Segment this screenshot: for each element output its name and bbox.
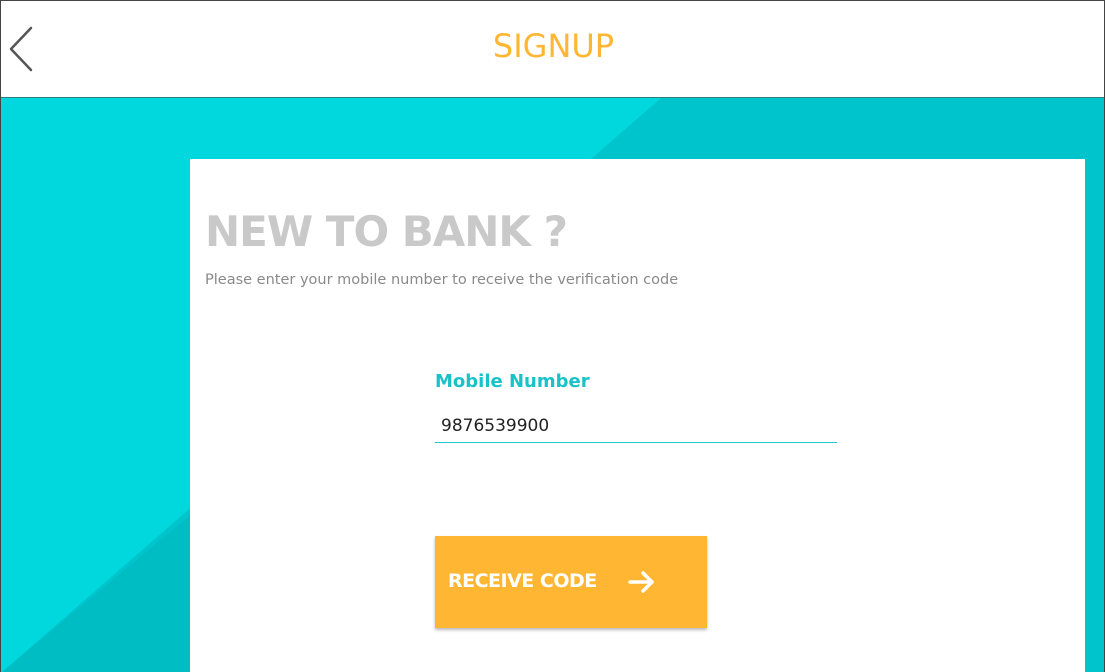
receive-code-label: RECEIVE CODE [448, 570, 597, 592]
receive-code-button[interactable]: RECEIVE CODE [435, 536, 707, 628]
mobile-number-input[interactable] [435, 409, 837, 443]
top-bar: SIGNUP [1, 1, 1104, 98]
arrow-right-icon [628, 571, 654, 593]
app-window: SIGNUP NEW TO BANK ? Please enter your m… [0, 0, 1105, 672]
mobile-number-label: Mobile Number [435, 371, 590, 392]
card-heading: NEW TO BANK ? [205, 207, 568, 256]
card-subtitle: Please enter your mobile number to recei… [205, 272, 679, 288]
page-title: SIGNUP [492, 27, 615, 65]
